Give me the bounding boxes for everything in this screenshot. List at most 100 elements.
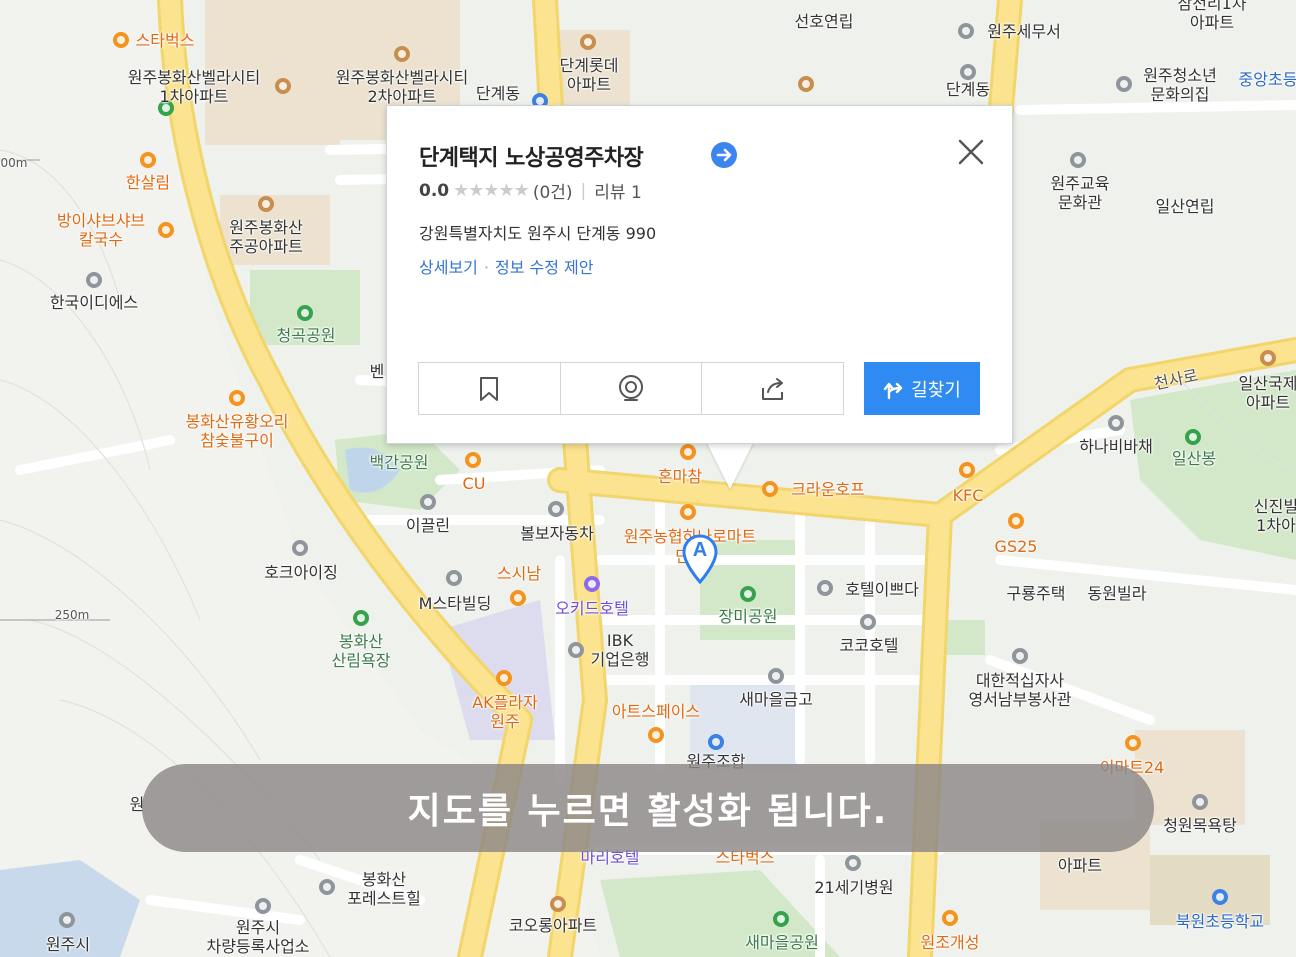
shop-icon[interactable] bbox=[648, 727, 664, 743]
suggest-edit-link[interactable]: 정보 수정 제안 bbox=[495, 258, 594, 277]
park-icon bbox=[297, 305, 313, 321]
map-label[interactable]: 크라운호프 bbox=[791, 480, 865, 499]
convenience-store-icon[interactable] bbox=[465, 452, 481, 468]
map-label[interactable]: 이끌린 bbox=[406, 516, 450, 535]
map-label[interactable]: 코코호텔 bbox=[840, 636, 899, 655]
map-label[interactable]: 북원초등학교 bbox=[1176, 912, 1264, 931]
starbucks-icon[interactable] bbox=[113, 32, 129, 48]
bank-icon[interactable] bbox=[568, 642, 584, 658]
department-store-icon[interactable] bbox=[496, 670, 512, 686]
map-label[interactable]: 단계동 bbox=[476, 84, 520, 103]
map-label[interactable]: 볼보자동차 bbox=[520, 524, 594, 543]
map-label[interactable]: 봉화산유황오리 참숯불구이 bbox=[185, 412, 288, 450]
map-label[interactable]: 일산국제 아파트 bbox=[1239, 374, 1296, 412]
go-to-place-icon[interactable] bbox=[711, 142, 737, 168]
map-label[interactable]: IBK 기업은행 bbox=[591, 631, 650, 669]
map-label[interactable]: 벤 bbox=[370, 362, 385, 381]
pub-icon[interactable] bbox=[762, 481, 778, 497]
building-icon bbox=[1012, 648, 1028, 664]
hotel-icon[interactable] bbox=[817, 580, 833, 596]
restaurant-icon[interactable] bbox=[680, 444, 696, 460]
share-button[interactable] bbox=[702, 363, 843, 414]
bookmark-button[interactable] bbox=[419, 363, 561, 414]
map-label[interactable]: 한살림 bbox=[126, 173, 170, 192]
map-label[interactable]: 방이샤브샤브 칼국수 bbox=[57, 211, 145, 249]
map-label[interactable]: 원주시 bbox=[46, 935, 90, 954]
map-label[interactable]: 단계동 bbox=[946, 80, 990, 99]
map-label[interactable]: 구룡주택 bbox=[1007, 584, 1066, 603]
map-label[interactable]: 선호연립 bbox=[795, 12, 854, 31]
directions-label: 길찾기 bbox=[911, 379, 961, 401]
rating-row: 0.0 ★★★★★ (0건) | 리뷰 1 bbox=[419, 178, 642, 203]
map-label[interactable]: 봉화산 산림욕장 bbox=[332, 632, 391, 670]
mart-icon[interactable] bbox=[680, 504, 696, 520]
map-label[interactable]: 장미공원 bbox=[719, 607, 778, 626]
map-label[interactable]: 청곡공원 bbox=[277, 326, 336, 345]
map-label[interactable]: 중앙초등 bbox=[1239, 70, 1296, 89]
map-label[interactable]: 아트스페이스 bbox=[612, 702, 700, 721]
building-icon bbox=[1070, 152, 1086, 168]
building-icon bbox=[319, 879, 335, 895]
convenience-store-icon[interactable] bbox=[1125, 735, 1141, 751]
detail-link[interactable]: 상세보기 bbox=[419, 258, 478, 277]
hotel-icon[interactable] bbox=[584, 576, 600, 592]
location-marker-letter: A bbox=[692, 539, 708, 561]
map-label[interactable]: 한국이디에스 bbox=[50, 293, 138, 312]
roadview-button[interactable] bbox=[561, 363, 703, 414]
map-label[interactable]: 동원빌라 bbox=[1088, 584, 1147, 603]
map-label[interactable]: 호텔이쁘다 bbox=[845, 580, 919, 599]
shop-icon[interactable] bbox=[140, 152, 156, 168]
map-label[interactable]: 단계롯데 아파트 bbox=[560, 56, 619, 94]
map-label[interactable]: CU bbox=[463, 474, 486, 493]
map-label[interactable]: 일산봉 bbox=[1172, 449, 1216, 468]
map-label[interactable]: 원주봉화산벨라시티 2차아파트 bbox=[336, 68, 468, 106]
map-label[interactable]: 원주교육 문화관 bbox=[1051, 174, 1110, 212]
map-label[interactable]: 봉화산 포레스트힐 bbox=[347, 870, 421, 908]
restaurant-icon[interactable] bbox=[229, 390, 245, 406]
map-label[interactable]: 새마을금고 bbox=[739, 690, 813, 709]
popup-tail bbox=[706, 441, 754, 489]
map-label[interactable]: M스타빌딩 bbox=[419, 594, 492, 613]
map-label[interactable]: 원주세무서 bbox=[987, 22, 1061, 41]
rating-count[interactable]: (0건) bbox=[533, 178, 573, 203]
bank-icon[interactable] bbox=[768, 668, 784, 684]
map-label[interactable]: 청원목욕탕 bbox=[1163, 816, 1237, 835]
review-count[interactable]: 리뷰 1 bbox=[594, 178, 642, 203]
fastfood-icon[interactable] bbox=[959, 462, 975, 478]
activate-map-overlay[interactable]: 지도를 누르면 활성화 됩니다. bbox=[142, 764, 1154, 852]
map-label[interactable]: 대한적십자사 영서남부봉사관 bbox=[968, 671, 1071, 709]
place-title[interactable]: 단계택지 노상공영주차장 bbox=[419, 140, 644, 172]
map-label[interactable]: GS25 bbox=[995, 537, 1038, 556]
restaurant-icon[interactable] bbox=[510, 590, 526, 606]
map-label[interactable]: 원주시 차량등록사업소 bbox=[206, 918, 309, 956]
map-label[interactable]: 원조개성 bbox=[921, 933, 980, 952]
map-label[interactable]: 혼마참 bbox=[658, 467, 702, 486]
map-label[interactable]: 코오롱아파트 bbox=[509, 916, 597, 935]
map-label[interactable]: 신진빌 1차아 bbox=[1254, 497, 1296, 535]
district-office-icon bbox=[960, 64, 976, 80]
map-label[interactable]: AK플라자 원주 bbox=[472, 693, 538, 731]
map-label[interactable]: 원주봉화산 주공아파트 bbox=[229, 218, 303, 256]
hospital-icon[interactable] bbox=[845, 855, 861, 871]
map-label[interactable]: 21세기병원 bbox=[814, 878, 893, 897]
restaurant-icon[interactable] bbox=[158, 222, 174, 238]
map-label[interactable]: 하나비바채 bbox=[1079, 437, 1153, 456]
map-label[interactable]: 오키드호텔 bbox=[555, 599, 629, 618]
gas-station-icon[interactable] bbox=[1008, 513, 1024, 529]
map-label[interactable]: 아파트 bbox=[1058, 856, 1102, 875]
map-label[interactable]: 원주청소년 문화의집 bbox=[1143, 66, 1217, 104]
restaurant-icon[interactable] bbox=[942, 910, 958, 926]
directions-button[interactable]: 길찾기 bbox=[864, 362, 980, 415]
park-icon bbox=[353, 610, 369, 626]
map-label[interactable]: 호크아이징 bbox=[264, 563, 338, 582]
map-label[interactable]: 스시남 bbox=[497, 564, 541, 583]
map-label[interactable]: 일산연립 bbox=[1156, 197, 1215, 216]
map-label[interactable]: 원주봉화산벨라시티 1차아파트 bbox=[128, 68, 260, 106]
hotel-icon[interactable] bbox=[860, 614, 876, 630]
map-label[interactable]: 스타벅스 bbox=[136, 31, 195, 50]
close-button[interactable] bbox=[955, 136, 987, 168]
map-label[interactable]: 백간공원 bbox=[370, 453, 429, 472]
map-label[interactable]: 삼전리1차 아파트 bbox=[1177, 0, 1246, 32]
map-label[interactable]: 새마을공원 bbox=[745, 933, 819, 952]
map-label[interactable]: KFC bbox=[953, 486, 984, 505]
